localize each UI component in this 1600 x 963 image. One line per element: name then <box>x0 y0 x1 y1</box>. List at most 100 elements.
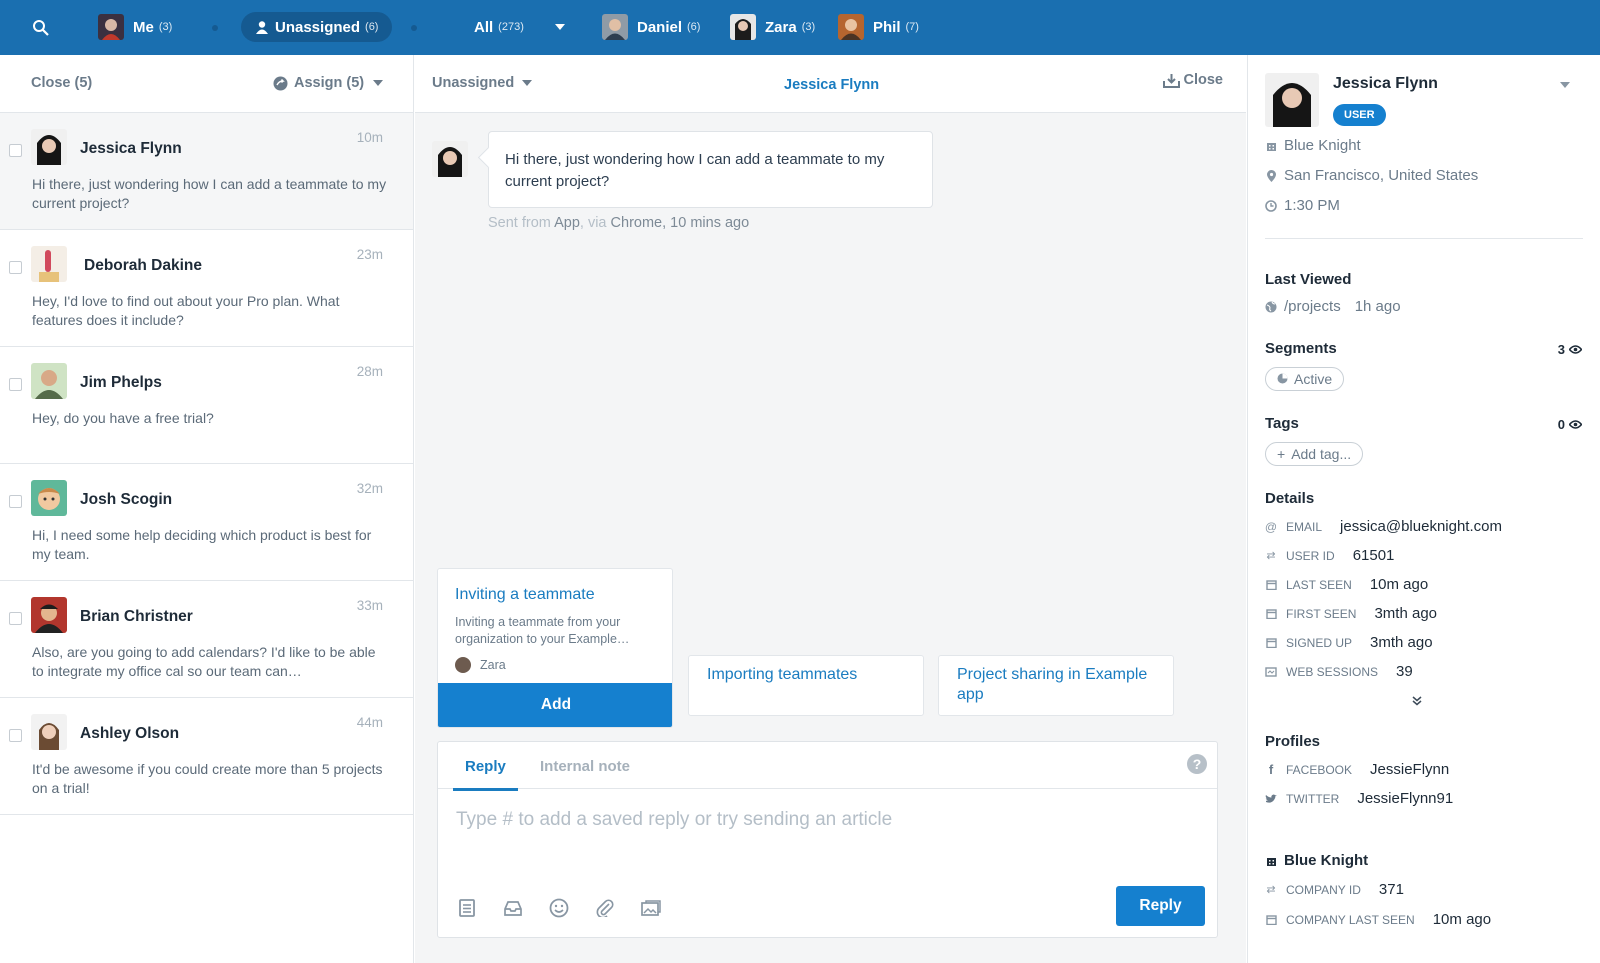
assign-selected-button[interactable]: Assign (5) <box>273 75 384 91</box>
at-sign-icon: @ <box>1264 519 1278 534</box>
saved-reply-icon[interactable] <box>502 897 524 919</box>
conversation-preview: It'd be awesome if you could create more… <box>32 761 383 796</box>
avatar <box>432 141 468 177</box>
customer-name-link[interactable]: Jessica Flynn <box>784 77 879 93</box>
avatar <box>31 480 67 516</box>
inbox-unassigned[interactable]: Unassigned (6) <box>241 12 393 42</box>
top-nav-bar: Me (3) Unassigned (6) All (273) Daniel (… <box>0 0 1600 55</box>
inbox-count: (6) <box>687 21 701 33</box>
segments-count[interactable]: 3 <box>1558 342 1582 357</box>
inbox-me[interactable]: Me (3) <box>98 12 172 42</box>
tab-reply[interactable]: Reply <box>453 758 518 791</box>
composer-tabs: Reply Internal note ? <box>438 742 1217 791</box>
reply-composer: Reply Internal note ? Type # to add a sa… <box>437 741 1218 938</box>
social-profile-row[interactable]: TWITTER JessieFlynn91 <box>1265 790 1453 807</box>
local-time-text: 1:30 PM <box>1284 197 1340 214</box>
calendar-icon <box>1265 609 1277 619</box>
company-section-title[interactable]: Blue Knight <box>1265 852 1368 869</box>
detail-key: COMPANY ID <box>1286 882 1361 897</box>
inbox-zara[interactable]: Zara (3) <box>730 12 815 42</box>
close-selected-button[interactable]: Close (5) <box>31 75 92 91</box>
clock-icon <box>1265 199 1277 212</box>
attachment-icon[interactable] <box>594 897 616 919</box>
segment-chip-active[interactable]: Active <box>1265 367 1345 391</box>
section-title: Profiles <box>1265 733 1321 750</box>
conversation-item[interactable]: Jim Phelps 28m Hey, do you have a free t… <box>0 347 413 464</box>
add-article-button[interactable]: Add <box>438 683 672 727</box>
inbox-phil[interactable]: Phil (7) <box>838 12 919 42</box>
article-suggestion[interactable]: Inviting a teammate Inviting a teammate … <box>437 568 673 728</box>
inbox-count: (3) <box>158 21 173 33</box>
location-text: San Francisco, United States <box>1284 167 1479 184</box>
inbox-label: All <box>474 18 494 36</box>
help-icon[interactable]: ? <box>1187 754 1207 774</box>
conversation-checkbox[interactable] <box>9 612 22 625</box>
inbox-count: (3) <box>801 21 816 33</box>
conversation-name: Brian Christner <box>80 608 193 625</box>
inbox-count: (7) <box>905 21 919 33</box>
avatar <box>1265 73 1319 127</box>
list-toolbar: Close (5) Assign (5) <box>0 55 413 113</box>
image-icon[interactable] <box>640 897 662 919</box>
inbox-daniel[interactable]: Daniel (6) <box>602 12 700 42</box>
conversation-header: Unassigned Jessica Flynn Close <box>415 55 1246 113</box>
article-suggestion[interactable]: Importing teammates <box>688 655 924 716</box>
conversation-item[interactable]: Ashley Olson 44m It'd be awesome if you … <box>0 698 413 815</box>
assign-label: Assign (5) <box>294 75 365 91</box>
conversation-item[interactable]: Deborah Dakine 23m Hey, I'd love to find… <box>0 230 413 347</box>
conversation-checkbox[interactable] <box>9 729 22 742</box>
conversation-checkbox[interactable] <box>9 144 22 157</box>
detail-key: LAST SEEN <box>1286 577 1352 592</box>
conversation-checkbox[interactable] <box>9 261 22 274</box>
conversation-name: Ashley Olson <box>80 725 180 742</box>
location-pin-icon <box>1266 169 1276 182</box>
composer-toolbar <box>456 897 686 919</box>
inbox-dropdown-toggle[interactable] <box>555 12 565 42</box>
assignee-dropdown[interactable]: Unassigned <box>432 75 533 91</box>
article-icon[interactable] <box>456 897 478 919</box>
tags-count[interactable]: 0 <box>1558 417 1582 432</box>
detail-key: FIRST SEEN <box>1286 606 1357 621</box>
detail-row: LAST SEEN 10m ago <box>1265 576 1428 593</box>
conversation-item[interactable]: Josh Scogin 32m Hi, I need some help dec… <box>0 464 413 581</box>
conversation-checkbox[interactable] <box>9 495 22 508</box>
conversation-list-panel: Close (5) Assign (5) Jessica Flynn 10m H… <box>0 55 414 963</box>
conversation-preview: Hey, I'd love to find out about your Pro… <box>32 293 340 328</box>
message-bubble: Hi there, just wondering how I can add a… <box>488 131 933 208</box>
swap-arrows-icon: ⇄ <box>1266 884 1276 896</box>
detail-key: EMAIL <box>1286 519 1323 534</box>
globe-icon <box>1265 301 1277 312</box>
conversation-checkbox[interactable] <box>9 378 22 391</box>
article-suggestion[interactable]: Project sharing in Example app <box>938 655 1174 716</box>
detail-row: @ EMAIL jessica@blueknight.com <box>1265 518 1502 535</box>
conversation-item[interactable]: Brian Christner 33m Also, are you going … <box>0 581 413 698</box>
detail-row: ⇄ COMPANY ID 371 <box>1265 881 1404 898</box>
inbox-count: (6) <box>365 21 379 33</box>
conversation-item[interactable]: Jessica Flynn 10m Hi there, just wonderi… <box>0 113 413 230</box>
conversation-time: 44m <box>356 715 383 730</box>
detail-row: FIRST SEEN 3mth ago <box>1265 605 1437 622</box>
company-name: Blue Knight <box>1284 137 1361 154</box>
tab-internal-note[interactable]: Internal note <box>540 758 630 775</box>
show-more-chevron-icon[interactable] <box>1412 693 1422 711</box>
reply-input[interactable]: Type # to add a saved reply or try sendi… <box>456 809 892 831</box>
detail-value: 371 <box>1378 881 1404 898</box>
send-reply-button[interactable]: Reply <box>1116 886 1205 926</box>
section-title: Segments <box>1265 340 1337 357</box>
avatar <box>31 129 67 165</box>
conversation-name: Jessica Flynn <box>80 140 182 157</box>
profile-company[interactable]: Blue Knight <box>1265 137 1361 154</box>
emoji-icon[interactable] <box>548 897 570 919</box>
chevron-down-icon[interactable] <box>1560 82 1570 88</box>
facebook-icon: f <box>1268 762 1274 777</box>
message-meta: Sent from App, via Chrome, 10 mins ago <box>488 215 749 231</box>
chevron-down-icon <box>373 80 384 86</box>
social-profile-row[interactable]: f FACEBOOK JessieFlynn <box>1265 761 1449 778</box>
close-conversation-button[interactable]: Close <box>1162 72 1223 88</box>
search-icon[interactable] <box>32 19 50 37</box>
eye-icon <box>1569 345 1582 354</box>
inbox-all[interactable]: All (273) <box>474 12 524 42</box>
add-tag-button[interactable]: + Add tag... <box>1265 442 1364 466</box>
detail-value: JessieFlynn91 <box>1357 790 1454 807</box>
detail-key: FACEBOOK <box>1286 762 1353 777</box>
